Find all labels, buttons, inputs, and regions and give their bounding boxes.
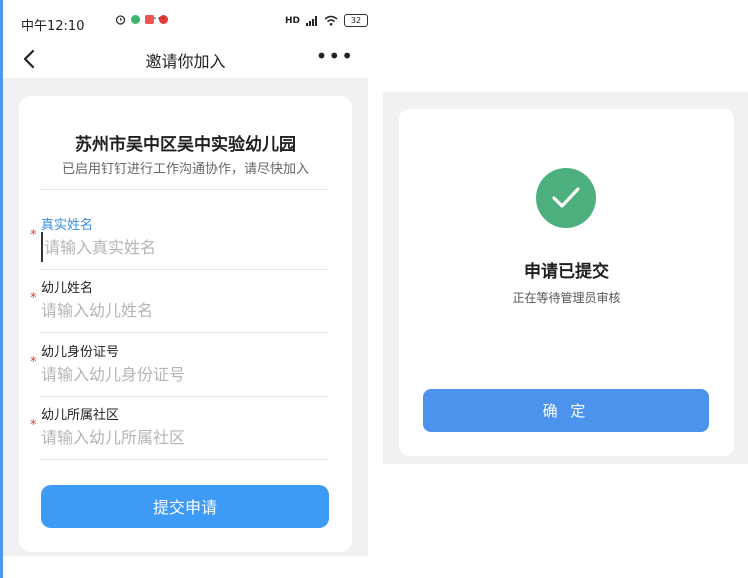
field-underline bbox=[41, 332, 329, 333]
real-name-field: * 真实姓名 bbox=[19, 214, 352, 276]
signal-bars-icon bbox=[306, 15, 318, 26]
status-bar: 中午12:10 ··· HD 32 bbox=[3, 0, 368, 40]
field-label: 幼儿身份证号 bbox=[41, 345, 120, 360]
join-form-card: 苏州市吴中区吴中实验幼儿园 已启用钉钉进行工作沟通协作，请尽快加入 * 真实姓名… bbox=[19, 96, 352, 552]
field-label: 幼儿所属社区 bbox=[41, 408, 120, 423]
more-icon[interactable]: ••• bbox=[316, 44, 354, 68]
status-time: 中午12:10 bbox=[21, 19, 85, 34]
child-community-input[interactable] bbox=[41, 422, 327, 452]
submit-button[interactable]: 提交申请 bbox=[41, 485, 329, 528]
required-mark: * bbox=[30, 228, 37, 243]
field-label: 幼儿姓名 bbox=[41, 281, 94, 296]
signal-icon: HD bbox=[285, 15, 301, 26]
wifi-icon bbox=[324, 15, 338, 26]
field-underline bbox=[41, 396, 329, 397]
dialog-title: 申请已提交 bbox=[524, 262, 609, 282]
page-title: 邀请你加入 bbox=[145, 52, 226, 71]
required-mark: * bbox=[30, 355, 37, 370]
child-name-field: * 幼儿姓名 bbox=[19, 277, 352, 339]
submitted-dialog: 申请已提交 正在等待管理员审核 确 定 bbox=[399, 109, 734, 456]
join-form-screen: 中午12:10 ··· HD 32 邀请你加入 ••• 苏州市吴中区吴中实验幼儿… bbox=[3, 0, 368, 556]
dialog-subtitle: 正在等待管理员审核 bbox=[512, 291, 621, 305]
child-id-input[interactable] bbox=[41, 359, 327, 389]
real-name-input[interactable] bbox=[41, 232, 330, 262]
child-id-field: * 幼儿身份证号 bbox=[19, 341, 352, 403]
confirm-button[interactable]: 确 定 bbox=[423, 389, 709, 432]
field-underline bbox=[41, 269, 329, 270]
divider bbox=[41, 189, 329, 190]
required-mark: * bbox=[30, 418, 37, 433]
child-name-input[interactable] bbox=[41, 295, 327, 325]
success-badge bbox=[536, 168, 596, 228]
field-underline bbox=[41, 459, 329, 460]
organization-name: 苏州市吴中区吴中实验幼儿园 bbox=[75, 135, 296, 155]
status-more: ··· bbox=[153, 12, 166, 27]
alarm-icon bbox=[115, 15, 126, 25]
organization-subtitle: 已启用钉钉进行工作沟通协作，请尽快加入 bbox=[61, 162, 309, 177]
checkmark-icon bbox=[552, 187, 580, 208]
system-indicators: HD 32 bbox=[285, 14, 368, 27]
field-label: 真实姓名 bbox=[41, 218, 94, 233]
nav-bar: 邀请你加入 ••• bbox=[3, 40, 368, 78]
wechat-icon bbox=[131, 15, 140, 24]
required-mark: * bbox=[30, 291, 37, 306]
battery-icon: 32 bbox=[344, 14, 368, 27]
child-community-field: * 幼儿所属社区 bbox=[19, 404, 352, 466]
